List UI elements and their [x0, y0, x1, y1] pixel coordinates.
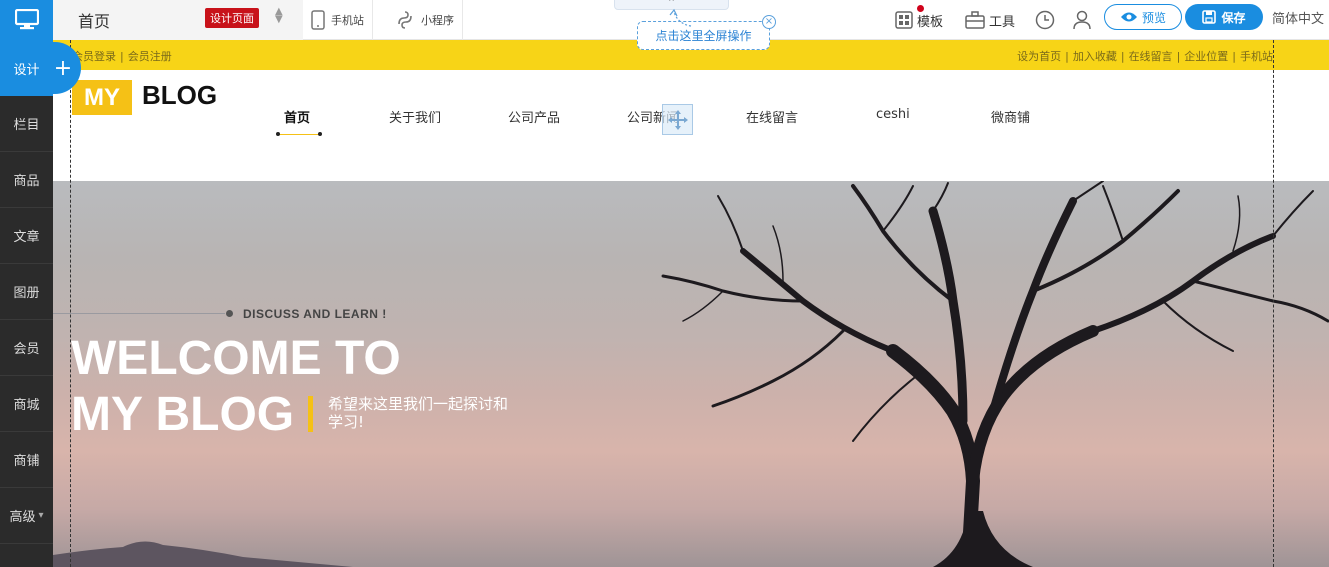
sidebar-item-mall[interactable]: 商城 [0, 376, 53, 432]
sidebar-item-label: 图册 [13, 286, 40, 301]
monitor-icon[interactable] [0, 0, 53, 40]
location-link[interactable]: 企业位置 [1184, 50, 1228, 63]
sidebar-item-label: 文章 [13, 230, 40, 245]
hill-illustration [53, 541, 353, 567]
miniapp-icon [398, 11, 412, 29]
sidebar-item-label: 栏目 [13, 118, 40, 133]
sort-arrows-icon[interactable]: ▲ ▼ [275, 7, 283, 25]
mobile-site-label: 手机站 [331, 14, 364, 27]
logo-my[interactable]: MY [72, 80, 132, 115]
plus-icon: + [53, 55, 73, 81]
logo-blog[interactable]: BLOG [142, 80, 217, 111]
preview-label: 预览 [1141, 10, 1166, 25]
nav-underline-dot [276, 132, 280, 136]
banner-divider [53, 313, 225, 314]
sidebar-item-label: 会员 [13, 342, 40, 357]
language-selector[interactable]: 简体中文 [1272, 8, 1324, 27]
template-icon [895, 11, 913, 29]
miniapp-label: 小程序 [421, 14, 454, 27]
template-label: 模板 [917, 14, 944, 30]
sidebar-item-articles[interactable]: 文章 [0, 208, 53, 264]
message-link[interactable]: 在线留言 [1129, 50, 1173, 63]
bookmark-link[interactable]: 加入收藏 [1073, 50, 1117, 63]
page-selector[interactable]: 首页 设计页面 ▲ ▼ [53, 0, 303, 40]
set-homepage-link[interactable]: 设为首页 [1017, 50, 1061, 63]
nav-wechat-shop[interactable]: 微商铺 [991, 107, 1030, 126]
miniapp-button[interactable]: 小程序 [387, 0, 463, 40]
history-button[interactable] [1035, 0, 1055, 40]
account-button[interactable] [1073, 0, 1091, 40]
tree-illustration [661, 181, 1329, 567]
mobile-link[interactable]: 手机站 [1240, 50, 1273, 63]
hero-banner[interactable]: DISCUSS AND LEARN ! WELCOME TO MY BLOG 希… [53, 181, 1329, 567]
sidebar-item-label: 设计 [13, 62, 40, 78]
sidebar-item-products[interactable]: 商品 [0, 152, 53, 208]
page-title: 首页 [78, 12, 111, 31]
sidebar-item-label: 高级 [9, 510, 36, 525]
topbar-right-links: 设为首页 | 加入收藏 | 在线留言 | 企业位置 | 手机站 [1017, 50, 1273, 63]
layout-guide-left [70, 40, 71, 567]
eye-icon [1120, 12, 1137, 22]
banner-title-line1: WELCOME TO [71, 332, 401, 385]
save-button[interactable]: 保存 [1185, 4, 1263, 30]
banner-tagline: DISCUSS AND LEARN ! [243, 307, 387, 321]
sidebar-item-shops[interactable]: 商铺 [0, 432, 53, 488]
save-label: 保存 [1221, 10, 1246, 25]
banner-accent-bar [308, 396, 313, 432]
tools-label: 工具 [989, 14, 1016, 30]
phone-icon [311, 10, 325, 30]
preview-button[interactable]: 预览 [1104, 4, 1182, 30]
layout-guide-right [1273, 40, 1274, 567]
tools-button[interactable]: 工具 [965, 0, 1015, 40]
clock-icon [1035, 10, 1055, 30]
sidebar-item-advanced[interactable]: 高级 ▾ [0, 488, 53, 544]
sidebar-item-columns[interactable]: 栏目 [0, 96, 53, 152]
sidebar-item-label: 商品 [13, 174, 40, 189]
fullscreen-tip[interactable]: 点击这里全屏操作 × [637, 15, 776, 50]
banner-description: 希望来这里我们一起探讨和学习! [328, 395, 509, 431]
nav-home[interactable]: 首页 [284, 107, 310, 126]
sidebar-item-albums[interactable]: 图册 [0, 264, 53, 320]
sidebar-item-label: 商铺 [13, 454, 40, 469]
nav-about[interactable]: 关于我们 [389, 107, 441, 126]
sidebar-item-label: 商城 [13, 398, 40, 413]
move-handle-icon[interactable] [662, 104, 693, 135]
nav-products[interactable]: 公司产品 [508, 107, 560, 126]
design-page-badge: 设计页面 [205, 8, 259, 28]
sidebar-item-members[interactable]: 会员 [0, 320, 53, 376]
mobile-site-button[interactable]: 手机站 [303, 0, 373, 40]
nav-underline-dot [318, 132, 322, 136]
design-canvas[interactable]: 会员登录 | 会员注册 设为首页 | 加入收藏 | 在线留言 | 企业位置 | 手机站 MY BLO… [53, 40, 1329, 567]
save-icon [1202, 10, 1217, 24]
banner-title-line2: MY BLOG [71, 388, 295, 441]
register-link[interactable]: 会员注册 [128, 50, 172, 63]
banner-dot [226, 310, 233, 317]
nav-message[interactable]: 在线留言 [746, 107, 798, 126]
notification-dot [917, 5, 924, 12]
toolbox-icon [965, 11, 985, 29]
tip-arrow-icon [669, 8, 692, 27]
template-button[interactable]: 模板 [895, 0, 943, 40]
nav-active-underline [278, 134, 321, 135]
close-icon[interactable]: × [762, 15, 776, 29]
site-header: MY BLOG 首页 关于我们 公司产品 公司新闻 在线留言 ceshi 微商铺 [53, 70, 1329, 181]
fullscreen-tip-label: 点击这里全屏操作 [655, 29, 752, 43]
topbar-left-links: 会员登录 | 会员注册 [72, 50, 172, 63]
user-icon [1073, 10, 1091, 30]
nav-ceshi[interactable]: ceshi [876, 107, 910, 122]
chevron-down-icon: ▾ [38, 510, 44, 521]
